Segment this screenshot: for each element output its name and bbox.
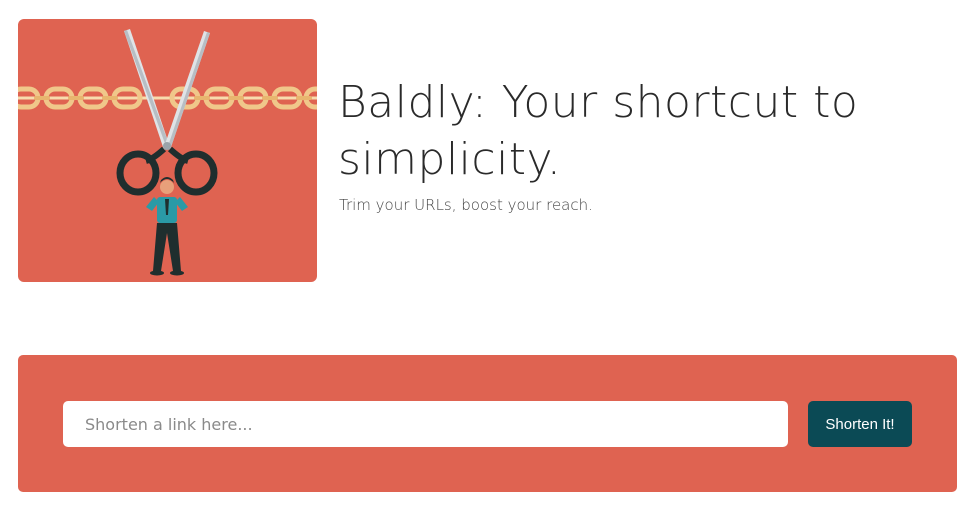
link-input[interactable] xyxy=(63,401,788,447)
shorten-button[interactable]: Shorten It! xyxy=(808,401,912,447)
shorten-panel: Shorten It! xyxy=(18,355,957,492)
page-subtitle: Trim your URLs, boost your reach. xyxy=(339,196,593,214)
page-title: Baldly: Your shortcut to simplicity. xyxy=(338,77,859,185)
scissors-chain-icon xyxy=(18,29,317,276)
hero-illustration xyxy=(18,19,317,282)
